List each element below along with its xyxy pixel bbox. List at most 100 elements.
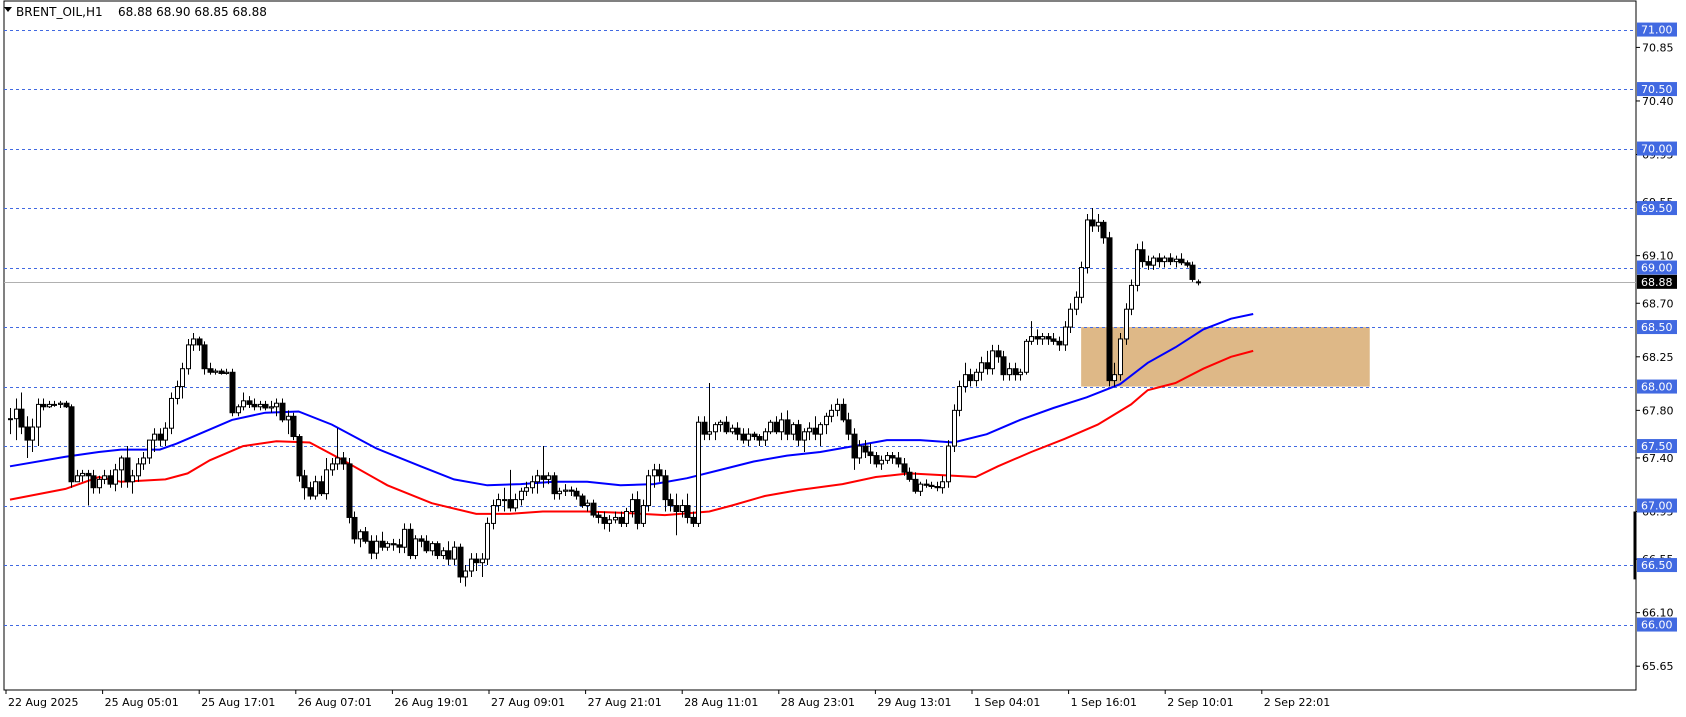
candle-body-up: [946, 445, 951, 483]
candle-body-down: [573, 490, 580, 497]
time-tick-label: 28 Aug 11:01: [684, 696, 758, 709]
candle-body-down: [995, 350, 1002, 358]
price-tick-label: 67.40: [1642, 452, 1674, 465]
candle-body-down: [1089, 219, 1096, 227]
candle: [946, 440, 951, 488]
candle-body-up: [829, 409, 834, 417]
candle-body-down: [723, 421, 730, 433]
candle-body-up: [14, 408, 19, 420]
time-tick-label: 1 Sep 04:01: [974, 696, 1040, 709]
candle: [169, 392, 174, 435]
level-price-label: 69.50: [1641, 202, 1673, 215]
candle-body-up: [491, 505, 496, 524]
candle-body-up: [513, 499, 518, 509]
candle-body-up: [818, 424, 823, 435]
candle-body-up: [713, 424, 718, 433]
candle-body-down: [889, 455, 896, 459]
candle-body-up: [718, 421, 723, 426]
candle-body-up: [835, 403, 840, 411]
candle-body-down: [396, 544, 403, 548]
time-tick-label: 2 Sep 10:01: [1167, 696, 1233, 709]
candle-body-down: [279, 402, 286, 421]
candle-body-down: [690, 516, 697, 524]
candle-body-down: [656, 469, 663, 477]
candle-body-down: [434, 543, 441, 557]
candle-body-up: [824, 415, 829, 426]
candle-body-up: [385, 543, 390, 548]
candle-body-down: [68, 406, 75, 483]
candle-body-up: [1162, 257, 1167, 263]
candle: [1124, 303, 1129, 345]
price-chart[interactable]: 70.8570.4069.9569.5569.1068.7068.2567.80…: [0, 0, 1686, 713]
candle-body-up: [630, 499, 635, 513]
candle-body-down: [18, 408, 25, 428]
candle-body-down: [1189, 264, 1196, 280]
candle-body-down: [1034, 336, 1041, 340]
candle-body-up: [1118, 338, 1123, 376]
price-tick-label: 68.25: [1642, 351, 1674, 364]
candle-body-up: [224, 371, 229, 374]
candle-body-down: [784, 419, 791, 435]
candle-body-up: [36, 403, 41, 428]
candle-body-up: [496, 499, 501, 507]
candle-body-down: [906, 471, 913, 480]
candle-body-down: [445, 550, 452, 560]
candle-body-up: [452, 546, 457, 560]
candle-body-down: [812, 427, 819, 435]
candle-body-up: [374, 540, 379, 554]
candle-body-down: [590, 502, 597, 516]
candle-body-up: [1135, 249, 1140, 286]
candle-body-down: [873, 455, 880, 465]
candle-body-up: [191, 338, 196, 346]
candle-body-up: [335, 457, 340, 465]
candle-body-up: [768, 421, 773, 433]
candle-body-down: [307, 487, 314, 497]
candle-body-down: [1045, 336, 1052, 340]
candle-body-up: [802, 431, 807, 441]
candle-body-down: [934, 486, 941, 489]
candle-body-up: [47, 403, 52, 408]
candle-body-down: [40, 403, 47, 408]
price-tick-label: 68.70: [1642, 297, 1674, 310]
candle-body-up: [696, 421, 701, 524]
candle: [413, 535, 418, 560]
candle-body-down: [684, 505, 691, 518]
level-price-label: 70.50: [1641, 83, 1673, 96]
chart-background: [0, 0, 1686, 713]
price-tick-label: 67.80: [1642, 404, 1674, 417]
candle: [485, 517, 490, 566]
candle-body-down: [601, 516, 608, 524]
candle-body-down: [229, 371, 236, 414]
candle-body-up: [957, 386, 962, 411]
candle-body-down: [912, 478, 919, 492]
price-tick-label: 65.65: [1642, 660, 1674, 673]
candle-body-up: [1040, 336, 1045, 340]
candle-body-up: [258, 403, 263, 408]
time-tick-label: 26 Aug 07:01: [298, 696, 372, 709]
candle-body-down: [157, 433, 164, 441]
candle-body-down: [1139, 249, 1146, 263]
time-tick-label: 28 Aug 23:01: [781, 696, 855, 709]
candle-body-up: [624, 511, 629, 524]
candle-body-down: [901, 463, 908, 473]
level-price-label: 66.00: [1641, 619, 1673, 632]
candle-body-down: [1156, 257, 1163, 263]
candle-body-down: [1056, 340, 1063, 346]
candle-body-up: [1007, 368, 1012, 376]
candle-body-up: [113, 469, 118, 485]
candle-body-up: [530, 481, 535, 489]
candle: [457, 543, 464, 583]
candle-body-up: [286, 415, 291, 421]
candle-body-down: [595, 514, 602, 518]
time-tick-label: 22 Aug 2025: [8, 696, 78, 709]
candle-body-down: [124, 457, 131, 483]
level-price-label: 67.50: [1641, 440, 1673, 453]
candle-body-up: [1068, 308, 1073, 328]
candle-body-down: [379, 540, 386, 548]
candle-body-down: [1012, 368, 1019, 376]
candle: [1106, 231, 1113, 387]
candle-body-up: [430, 543, 435, 552]
candle-body-down: [673, 505, 680, 513]
candle-body-up: [963, 374, 968, 388]
candle-body-down: [107, 475, 114, 485]
